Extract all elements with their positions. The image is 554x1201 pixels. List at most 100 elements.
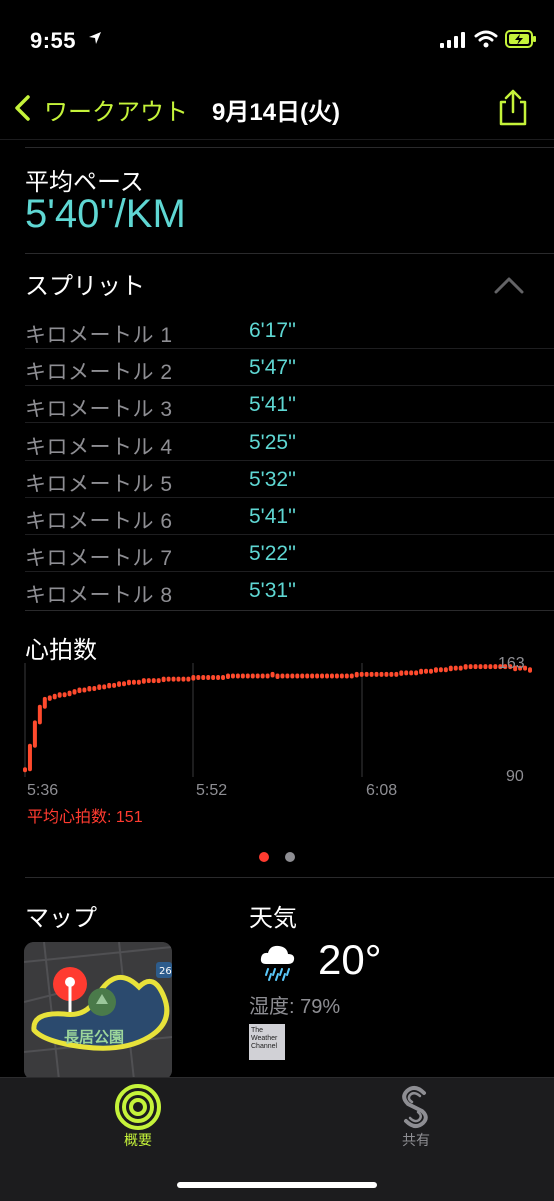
humidity: 湿度: 79% (249, 996, 341, 1018)
heart-rate-point (409, 670, 414, 676)
heart-rate-point (488, 664, 493, 670)
tab-sharing[interactable]: 共有 (402, 1130, 430, 1150)
x-tick-label: 6:08 (366, 782, 398, 799)
y-tick-label-max: 163 (498, 655, 525, 672)
heart-rate-point (453, 665, 458, 671)
split-value: 5'41'' (249, 505, 297, 528)
heart-rate-point (216, 675, 221, 681)
split-value: 6'17'' (249, 319, 297, 342)
collapse-chevron-icon[interactable] (494, 276, 524, 294)
nav-divider (0, 139, 554, 140)
heart-rate-point (156, 678, 161, 684)
heart-rate-point (463, 664, 468, 670)
heart-rate-point (364, 671, 369, 677)
split-row: キロメートル 4 5'25'' (25, 424, 554, 461)
weather-title: 天気 (249, 905, 297, 932)
section-divider (25, 147, 554, 148)
heart-rate-point (359, 671, 364, 677)
page-indicator-dot[interactable] (285, 852, 295, 862)
heart-rate-point (468, 664, 473, 670)
split-label: キロメートル 3 (25, 398, 173, 422)
heart-rate-point (117, 681, 122, 687)
heart-rate-point (196, 675, 201, 681)
heart-rate-point (245, 673, 250, 679)
heart-rate-point (176, 676, 181, 682)
split-value: 5'31'' (249, 579, 297, 603)
heart-rate-chart (23, 663, 532, 777)
cellular-signal-icon (440, 32, 465, 48)
page-indicator-dot-active[interactable] (259, 852, 269, 862)
split-value: 5'41'' (249, 393, 297, 417)
map-title: マップ (25, 905, 97, 932)
map-image: 26 長居公園 (24, 942, 172, 1080)
heart-rate-point (290, 673, 295, 679)
split-value: 5'47'' (249, 356, 297, 380)
heart-rate-point (528, 667, 532, 673)
heart-rate-point (82, 687, 87, 693)
heart-rate-point (181, 676, 186, 682)
heart-rate-point (250, 673, 255, 679)
heart-rate-point (225, 673, 230, 680)
heart-rate-point (270, 671, 275, 678)
average-heart-rate: 平均心拍数: 151 (27, 809, 143, 826)
heart-rate-point (37, 704, 42, 725)
split-label: キロメートル 8 (25, 584, 173, 608)
activity-rings-icon[interactable] (114, 1083, 162, 1131)
heart-rate-point (275, 673, 280, 680)
heart-rate-point (424, 668, 429, 674)
heart-rate-point (57, 692, 62, 698)
heart-rate-point (77, 687, 82, 694)
heart-rate-point (384, 671, 389, 677)
heart-rate-point (136, 679, 141, 685)
heart-rate-point (146, 678, 151, 684)
heart-rate-point (32, 720, 37, 748)
weather-channel-logo: The Weather Channel (249, 1024, 285, 1060)
heart-rate-point (399, 670, 404, 676)
heart-rate-point (97, 684, 102, 690)
status-bar (0, 0, 554, 80)
heart-rate-point (52, 693, 57, 700)
status-time: 9:55 (30, 28, 77, 53)
heart-rate-point (443, 667, 448, 673)
heart-rate-point (92, 685, 97, 691)
heart-rate-point (265, 673, 270, 679)
rain-cloud-icon (260, 945, 295, 981)
heart-rate-point (166, 676, 171, 682)
back-button[interactable]: ワークアウト (44, 92, 188, 127)
heart-rate-point (295, 673, 300, 679)
heart-rate-point (221, 675, 226, 681)
heart-rate-point (122, 681, 127, 687)
heart-rate-point (448, 665, 453, 672)
heart-rate-point (260, 673, 265, 679)
back-chevron-icon[interactable] (12, 94, 32, 122)
split-row: キロメートル 8 5'31'' (25, 572, 554, 609)
heart-rate-point (493, 664, 498, 670)
heart-rate-point (300, 673, 305, 679)
temperature: 20° (318, 936, 382, 983)
heart-rate-point (171, 676, 176, 682)
heart-rate-point (478, 664, 483, 670)
heart-rate-point (339, 673, 344, 679)
heart-rate-point (230, 673, 235, 679)
heart-rate-point (201, 675, 206, 681)
heart-rate-point (161, 676, 166, 683)
section-divider (25, 877, 554, 878)
heart-rate-point (191, 675, 196, 681)
heart-rate-point (211, 675, 216, 681)
heart-rate-point (310, 673, 315, 679)
heart-rate-point (126, 679, 131, 686)
x-tick-label: 5:52 (196, 782, 228, 799)
share-icon[interactable] (497, 88, 529, 126)
sharing-icon[interactable] (398, 1085, 432, 1129)
heart-rate-point (379, 671, 384, 677)
split-value: 5'32'' (249, 467, 297, 491)
tab-summary[interactable]: 概要 (124, 1130, 152, 1150)
route-badge-label: 26 (159, 966, 172, 977)
split-value: 5'22'' (249, 542, 297, 566)
route-map[interactable]: 26 長居公園 (24, 942, 172, 1080)
split-row: キロメートル 7 5'22'' (25, 535, 554, 573)
split-label: キロメートル 7 (25, 547, 173, 571)
split-label: キロメートル 4 (25, 435, 173, 459)
heart-rate-point (112, 682, 117, 688)
heart-rate-point (186, 676, 191, 682)
